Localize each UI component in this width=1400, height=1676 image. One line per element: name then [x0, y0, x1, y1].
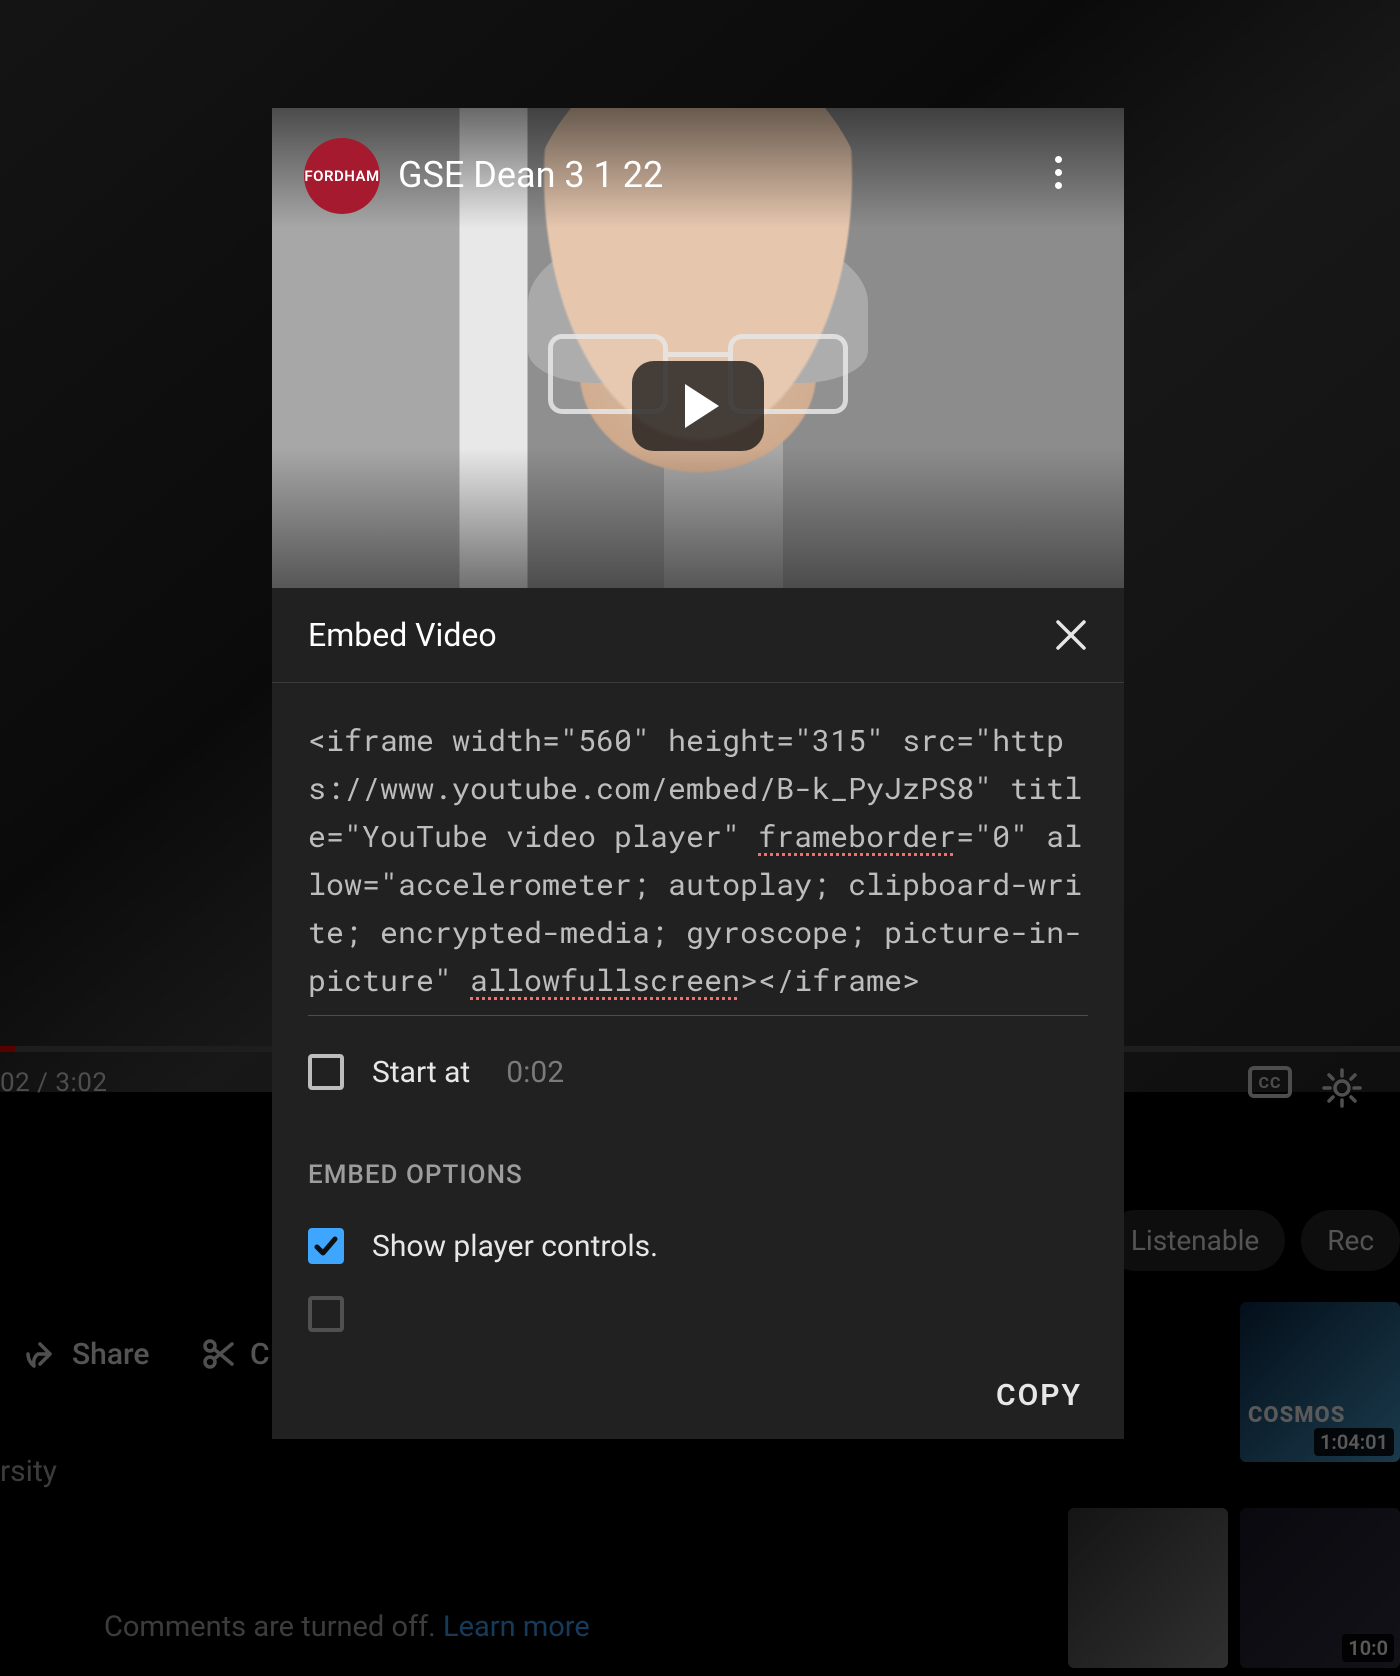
play-icon	[685, 384, 719, 428]
related-thumb-row-1: COSMOS 1:04:01	[1240, 1302, 1400, 1462]
share-label: Share	[72, 1337, 149, 1372]
dialog-body: <iframe width="560" height="315" src="ht…	[272, 683, 1124, 1439]
thumb-title-fragment: COSMOS	[1248, 1403, 1345, 1428]
show-controls-row: Show player controls.	[308, 1228, 1088, 1264]
clip-button[interactable]: C	[200, 1336, 270, 1372]
show-controls-checkbox[interactable]	[308, 1228, 344, 1264]
chip-recent[interactable]: Rec	[1301, 1210, 1400, 1271]
copy-button[interactable]: COPY	[996, 1378, 1082, 1413]
more-options-icon[interactable]	[1040, 154, 1076, 190]
dialog-title: Embed Video	[308, 616, 497, 654]
related-thumbnail[interactable]: 10:0	[1240, 1508, 1400, 1668]
clip-label: C	[250, 1337, 270, 1372]
channel-name-fragment: rsity	[0, 1454, 57, 1489]
dialog-footer: COPY	[272, 1352, 1124, 1439]
settings-gear-icon[interactable]	[1320, 1066, 1364, 1110]
related-thumbnail[interactable]: COSMOS 1:04:01	[1240, 1302, 1400, 1462]
related-thumb-row-2: 10:0	[1068, 1508, 1400, 1668]
thumbnail-duration: 1:04:01	[1314, 1428, 1394, 1456]
related-thumbnail[interactable]	[1068, 1508, 1228, 1668]
thumbnail-duration: 10:0	[1342, 1634, 1394, 1662]
chip-listenable[interactable]: Listenable	[1105, 1210, 1285, 1271]
bg-progress-fill	[0, 1046, 15, 1052]
embed-options-heading: EMBED OPTIONS	[308, 1160, 1088, 1190]
comments-notice: Comments are turned off. Learn more	[104, 1610, 590, 1644]
cc-button[interactable]: CC	[1248, 1066, 1292, 1110]
learn-more-link[interactable]: Learn more	[443, 1610, 590, 1644]
related-filter-chips: Listenable Rec	[1105, 1210, 1400, 1271]
share-button[interactable]: Share	[22, 1336, 149, 1372]
close-button[interactable]	[1054, 618, 1088, 652]
start-at-label: Start at	[372, 1055, 470, 1090]
channel-avatar[interactable]: FORDHAM	[304, 138, 380, 214]
play-button[interactable]	[632, 361, 764, 451]
option-checkbox[interactable]	[308, 1296, 344, 1332]
bg-time-display: 02 / 3:02	[0, 1068, 107, 1098]
show-controls-label: Show player controls.	[372, 1229, 658, 1264]
embed-code-textarea[interactable]: <iframe width="560" height="315" src="ht…	[308, 717, 1088, 1016]
start-at-checkbox[interactable]	[308, 1054, 344, 1090]
embed-preview-player[interactable]: FORDHAM GSE Dean 3 1 22	[272, 108, 1124, 588]
embed-video-dialog: FORDHAM GSE Dean 3 1 22 Embed Video <ifr…	[272, 108, 1124, 1439]
comments-off-text: Comments are turned off.	[104, 1610, 436, 1644]
start-at-row: Start at 0:02	[308, 1054, 1088, 1090]
start-at-time-input[interactable]: 0:02	[506, 1055, 564, 1090]
dialog-header: Embed Video	[272, 588, 1124, 683]
next-option-row-truncated	[308, 1296, 1088, 1332]
preview-video-title: GSE Dean 3 1 22	[398, 154, 663, 196]
